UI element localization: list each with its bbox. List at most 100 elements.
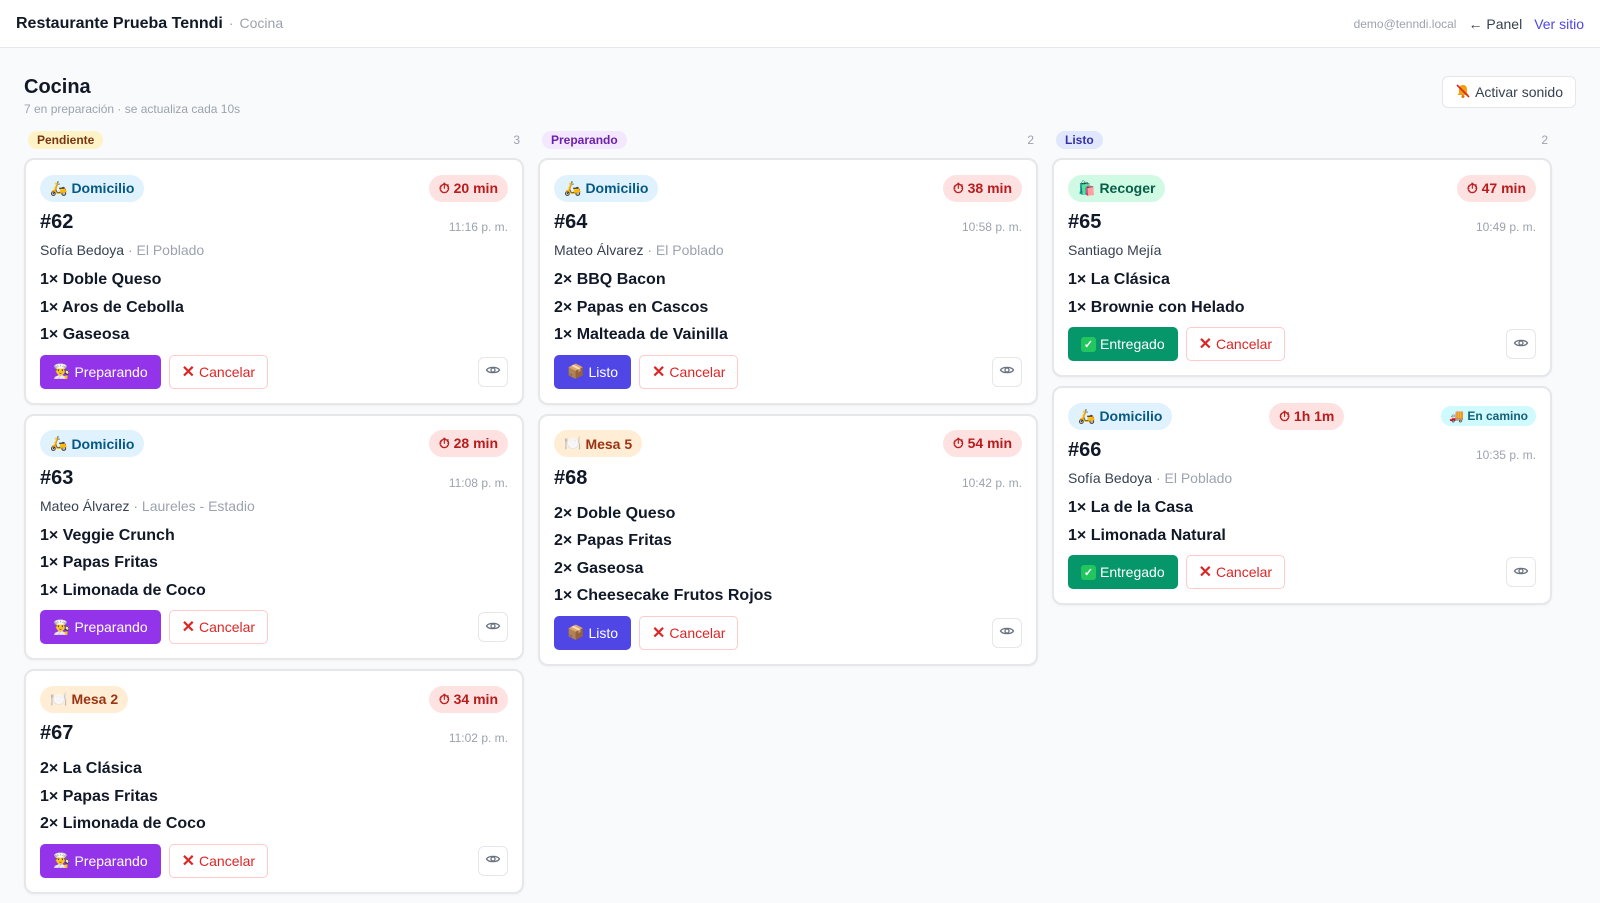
order-item: 1× Doble Queso [40,271,162,288]
order-item: 1× Malteada de Vainilla [554,326,728,343]
section-name: Cocina [239,14,284,31]
order-items: 1× La de la Casa 1× Limonada Natural [1068,494,1536,549]
delivery-status-badge: 🚚 En camino [1441,406,1536,426]
column-header: Preparando 2 [538,130,1038,150]
check-icon: ✓ [1081,564,1096,580]
order-time: 11:16 p. m. [448,220,508,234]
order-item: 1× Cheesecake Frutos Rojos [554,587,773,604]
user-email: demo@tenndi.local [1353,16,1457,31]
activate-sound-button[interactable]: Activar sonido [1442,76,1576,108]
view-order-button[interactable] [1506,557,1536,587]
column-count: 3 [513,133,520,147]
cancel-order-button[interactable]: ✕ Cancelar [1185,327,1286,361]
check-icon: ✓ [1081,336,1096,352]
view-order-button[interactable] [478,356,508,387]
order-type-badge: 🍽️ Mesa 2 [40,685,129,713]
bell-off-icon [1455,83,1471,102]
eye-icon [485,618,501,637]
column-listo: Listo 2 🛍️ Recoger ⏱ 47 min #65 10:49 p. … [1052,130,1552,903]
order-time: 10:35 p. m. [1475,448,1536,462]
order-items: 1× Doble Queso 1× Aros de Cebolla 1× Gas… [40,266,508,349]
cancel-order-button[interactable]: ✕ Cancelar [1185,555,1286,589]
order-items: 2× La Clásica 1× Papas Fritas 2× Limonad… [40,755,508,838]
order-items: 2× Doble Queso 2× Papas Fritas 2× Gaseos… [554,500,1022,610]
mark-delivered-button[interactable]: ✓ Entregado [1068,555,1178,589]
order-card: 🛵 Domicilio ⏱ 28 min #63 11:08 p. m. Mate… [24,413,524,660]
panel-link[interactable]: ← Panel [1468,16,1522,32]
brand-separator: · [228,14,234,31]
start-preparing-button[interactable]: 👨‍🍳 Preparando [40,610,161,644]
order-item: 1× Aros de Cebolla [40,298,184,316]
cancel-order-button[interactable]: ✕ Cancelar [168,843,269,878]
order-type-badge: 🛵 Domicilio [1068,402,1173,430]
column-label: Listo [1056,131,1103,149]
eye-icon [485,362,501,381]
view-order-button[interactable] [1506,329,1536,359]
elapsed-timer: ⏱ 28 min [428,430,508,457]
cancel-order-button[interactable]: ✕ Cancelar [168,610,269,644]
column-preparando: Preparando 2 🛵 Domicilio ⏱ 38 min #64 10:… [538,130,1038,903]
elapsed-timer: ⏱ 34 min [428,685,508,713]
cross-icon: ✕ [1198,336,1213,353]
order-type-badge: 🛍️ Recoger [1068,174,1166,202]
order-time: 10:58 p. m. [961,220,1022,234]
view-order-button[interactable] [478,612,508,642]
mark-ready-button[interactable]: 📦 Listo [554,615,632,650]
eye-icon [485,851,501,870]
column-header: Pendiente 3 [24,130,524,150]
customer-line: Sofía Bedoya · El Poblado [1068,470,1536,490]
customer-line: Sofía Bedoya · El Poblado [40,242,508,262]
elapsed-timer: ⏱ 54 min [942,430,1022,457]
mark-delivered-button[interactable]: ✓ Entregado [1068,327,1178,361]
order-time: 11:08 p. m. [448,475,508,490]
order-item: 1× Veggie Crunch [40,526,175,544]
order-number: #67 [40,722,74,744]
view-order-button[interactable] [478,845,508,876]
plate-icon: 🍽️ [564,435,582,451]
order-type-badge: 🛵 Domicilio [40,430,145,457]
order-item: 1× Papas Fritas [40,787,158,805]
brand: Restaurante Prueba Tenndi · Cocina [16,15,283,33]
order-item: 1× La Clásica [1068,271,1170,288]
order-item: 2× Limonada de Coco [40,815,206,832]
order-number: #68 [554,466,588,489]
order-card: 🛵 Domicilio ⏱ 38 min #64 10:58 p. m. Mate… [538,158,1038,405]
customer-line: Mateo Álvarez · Laureles - Estadio [40,498,508,518]
top-right: demo@tenndi.local ← Panel Ver sitio [1354,16,1584,32]
mark-ready-button[interactable]: 📦 Listo [554,354,632,389]
plate-icon: 🍽️ [50,690,68,707]
view-order-button[interactable] [992,617,1022,648]
scooter-icon: 🛵 [564,179,582,196]
order-item: 1× Gaseosa [40,326,130,343]
cancel-order-button[interactable]: ✕ Cancelar [639,615,739,650]
start-preparing-button[interactable]: 👨‍🍳 Preparando [40,843,161,878]
order-item: 1× Limonada Natural [1068,526,1226,544]
order-time: 10:42 p. m. [961,475,1022,490]
customer-line: Mateo Álvarez · El Poblado [554,242,1022,262]
bag-icon: 🛍️ [1078,179,1096,196]
cross-icon: ✕ [181,363,196,381]
page-title: Cocina [24,76,91,98]
view-site-link[interactable]: Ver sitio [1534,16,1584,32]
column-pendiente: Pendiente 3 🛵 Domicilio ⏱ 20 min #62 11:1… [24,130,524,903]
cross-icon: ✕ [652,624,666,642]
cancel-order-button[interactable]: ✕ Cancelar [639,354,739,389]
column-header: Listo 2 [1052,130,1552,150]
package-icon: 📦 [567,624,585,640]
view-order-button[interactable] [992,356,1022,387]
customer-zone: · El Poblado [647,242,724,258]
customer-name: Mateo Álvarez [40,497,130,514]
cancel-order-button[interactable]: ✕ Cancelar [168,354,269,389]
start-preparing-button[interactable]: 👨‍🍳 Preparando [40,354,161,389]
order-item: 2× Doble Queso [554,504,676,522]
order-item: 2× Gaseosa [554,559,644,577]
order-card: 🍽️ Mesa 2 ⏱ 34 min #67 11:02 p. m. 2× La … [24,669,524,894]
elapsed-timer: ⏱ 38 min [942,174,1022,202]
kitchen-board: Pendiente 3 🛵 Domicilio ⏱ 20 min #62 11:1… [24,130,1552,903]
cook-icon: 👨‍🍳 [53,852,71,868]
customer-name: Sofía Bedoya [1068,470,1153,486]
cross-icon: ✕ [652,363,666,381]
elapsed-timer: ⏱ 20 min [428,174,508,202]
eye-icon [999,362,1015,381]
order-item: 2× Papas en Cascos [554,298,709,316]
